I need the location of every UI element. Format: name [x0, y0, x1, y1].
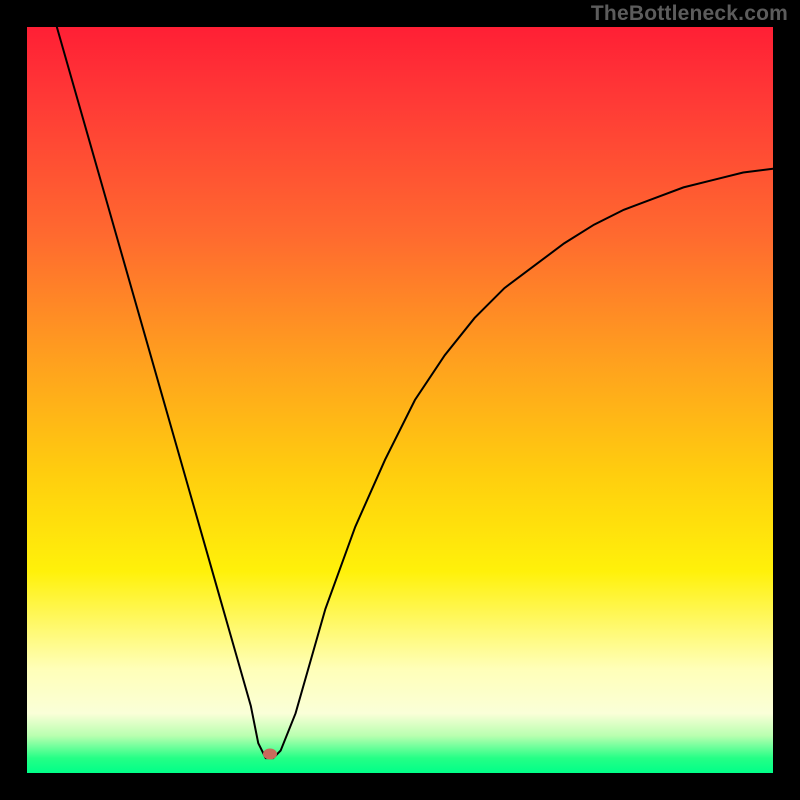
watermark-text: TheBottleneck.com	[591, 2, 788, 26]
optimal-point-marker	[263, 748, 277, 759]
curve-svg	[27, 27, 773, 773]
plot-area	[27, 27, 773, 773]
bottleneck-curve-path	[57, 27, 773, 758]
chart-frame: TheBottleneck.com	[0, 0, 800, 800]
